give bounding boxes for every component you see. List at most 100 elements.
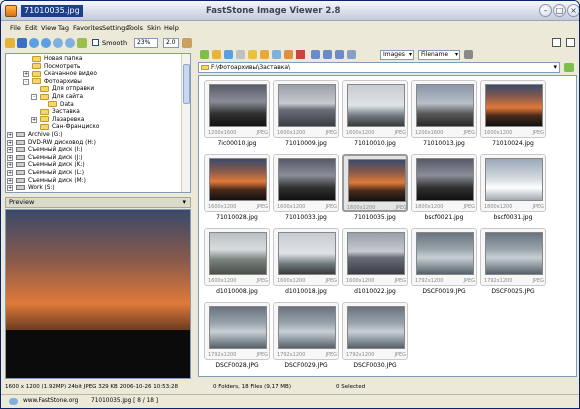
- menu-tools[interactable]: Tools: [127, 24, 143, 33]
- tree-expander-icon[interactable]: +: [7, 177, 13, 184]
- thumbnail-card[interactable]: 1792x1200 JPEG: [204, 302, 270, 360]
- preview-header[interactable]: Preview ▾: [5, 197, 191, 208]
- back-icon[interactable]: [29, 38, 39, 48]
- folder-tree[interactable]: Новая папка Посмотреть + Скачанное видео - Фо…: [5, 53, 191, 193]
- filter-select[interactable]: Images: [380, 50, 414, 60]
- thumbnail-item[interactable]: 1600x1200 JPEG 71010009.jpg: [273, 80, 341, 150]
- details-view-icon[interactable]: [335, 50, 344, 59]
- tree-scroll-thumb[interactable]: [183, 64, 190, 104]
- thumbnail-card[interactable]: 1600x1200 JPEG: [204, 228, 270, 286]
- thumbnail-item[interactable]: 1792x1200 JPEG DSCF0030.JPG: [342, 302, 410, 372]
- thumbnail-item[interactable]: 1800x1200 JPEG bscf0021.jpg: [411, 154, 479, 224]
- ratio-select[interactable]: 2.0: [163, 38, 179, 48]
- thumbnail-item[interactable]: 1800x1200 JPEG bscf0031.jpg: [480, 154, 548, 224]
- tree-expander-icon[interactable]: +: [23, 71, 29, 78]
- thumbnail-item[interactable]: 1600x1200 JPEG 71010033.jpg: [273, 154, 341, 224]
- zoom-out-icon[interactable]: [65, 38, 75, 48]
- thumbnail-card[interactable]: 1600x1200 JPEG: [273, 154, 339, 212]
- thumbnail-card-selected[interactable]: 1600x1200 JPEG: [342, 154, 408, 212]
- thumbnail-item[interactable]: 1792x1200 JPEG DSCF0019.JPG: [411, 228, 479, 298]
- menu-skin[interactable]: Skin: [147, 24, 161, 33]
- menu-help[interactable]: Help: [164, 24, 179, 33]
- zoom-select[interactable]: 23%: [134, 38, 158, 48]
- path-field[interactable]: F:\Фотоархивы\Заставка\ ▾: [198, 62, 560, 73]
- tree-expander-icon[interactable]: +: [7, 162, 13, 169]
- thumbnail-card[interactable]: 1600x1200 JPEG: [480, 80, 546, 138]
- tree-expander-icon[interactable]: +: [7, 139, 13, 146]
- up-folder-icon[interactable]: [200, 50, 209, 59]
- tree-expander-icon[interactable]: -: [23, 78, 29, 85]
- tree-expander-icon[interactable]: +: [7, 185, 13, 192]
- thumbnail-item[interactable]: 1600x1200 JPEG 71010010.jpg: [342, 80, 410, 150]
- preview-collapse-icon[interactable]: ▾: [182, 198, 186, 207]
- thumbnail-card[interactable]: 1792x1200 JPEG: [411, 228, 477, 286]
- thumbnail-item[interactable]: 1792x1200 JPEG DSCF0029.JPG: [273, 302, 341, 372]
- thumbnail-item[interactable]: 1600x1200 JPEG 71010028.jpg: [204, 154, 272, 224]
- preview-pane[interactable]: [5, 209, 191, 379]
- refresh-icon[interactable]: [564, 63, 574, 72]
- close-icon[interactable]: ×: [567, 4, 579, 17]
- thumbnail-card[interactable]: 1600x1200 JPEG: [273, 80, 339, 138]
- forward-icon[interactable]: [41, 38, 51, 48]
- open-folder-icon[interactable]: [5, 38, 15, 48]
- zoom-in-icon[interactable]: [53, 38, 63, 48]
- thumbnail-item[interactable]: 1600x1200 JPEG d1010008.jpg: [204, 228, 272, 298]
- thumbnail-card[interactable]: 1200x1600 JPEG: [411, 80, 477, 138]
- tree-expander-icon[interactable]: +: [7, 132, 13, 138]
- thumbnail-item[interactable]: 1600x1200 JPEG 71010024.jpg: [480, 80, 548, 150]
- cut-icon[interactable]: [236, 50, 245, 59]
- thumbnail-card[interactable]: 1800x1200 JPEG: [480, 154, 546, 212]
- hand-tool-icon[interactable]: [182, 38, 192, 48]
- menu-favorites[interactable]: Favorites: [73, 24, 102, 33]
- path-dropdown-icon[interactable]: ▾: [553, 63, 557, 72]
- copy-icon[interactable]: [248, 50, 257, 59]
- tree-item[interactable]: + Work (S:): [7, 184, 55, 192]
- list-view-icon[interactable]: [323, 50, 332, 59]
- minimize-icon[interactable]: –: [539, 4, 552, 17]
- thumbnail-item[interactable]: 1200x1600 JPEG 7ic00010.jpg: [204, 80, 272, 150]
- thumbnail-card[interactable]: 1600x1200 JPEG: [342, 80, 408, 138]
- menu-tag[interactable]: Tag: [58, 24, 69, 33]
- move-to-icon[interactable]: [284, 50, 293, 59]
- slideshow-icon[interactable]: [347, 50, 356, 59]
- thumbnail-card[interactable]: 1792x1200 JPEG: [480, 228, 546, 286]
- sort-order-icon[interactable]: [464, 50, 473, 59]
- thumbnail-card[interactable]: 1600x1200 JPEG: [342, 228, 408, 286]
- paste-icon[interactable]: [260, 50, 269, 59]
- thumbnail-card[interactable]: 1792x1200 JPEG: [273, 302, 339, 360]
- thumbnail-item[interactable]: 1600x1200 JPEG 71010035.jpg: [342, 154, 410, 224]
- thumbnail-card[interactable]: 1200x1600 JPEG: [204, 80, 270, 138]
- tree-scrollbar[interactable]: [181, 54, 190, 192]
- delete-icon[interactable]: [296, 50, 305, 59]
- fit-window-icon[interactable]: [77, 38, 87, 48]
- menu-view[interactable]: View: [41, 24, 56, 33]
- folder-icon[interactable]: [212, 50, 221, 59]
- maximize-icon[interactable]: □: [553, 4, 566, 17]
- menu-edit[interactable]: Edit: [25, 24, 38, 33]
- tree-expander-icon[interactable]: +: [7, 147, 13, 154]
- sort-select[interactable]: Filename: [418, 50, 460, 60]
- tree-expander-icon[interactable]: +: [7, 154, 13, 161]
- tree-expander-icon[interactable]: +: [7, 170, 13, 176]
- menu-settings[interactable]: Settings: [102, 24, 129, 33]
- menu-file[interactable]: File: [10, 24, 21, 33]
- thumbnail-item[interactable]: 1792x1200 JPEG DSCF0028.JPG: [204, 302, 272, 372]
- web-icon[interactable]: [9, 398, 18, 405]
- thumbnail-grid[interactable]: 1200x1600 JPEG 7ic00010.jpg 1600x1200 JPEG 71…: [198, 75, 577, 377]
- save-icon[interactable]: [17, 38, 27, 48]
- website-link[interactable]: www.FastStone.org: [23, 395, 78, 408]
- smooth-checkbox[interactable]: [92, 39, 99, 46]
- thumbnail-card[interactable]: 1800x1200 JPEG: [411, 154, 477, 212]
- thumbnail-item[interactable]: 1600x1200 JPEG d1010022.jpg: [342, 228, 410, 298]
- copy-to-icon[interactable]: [272, 50, 281, 59]
- thumbnail-card[interactable]: 1600x1200 JPEG: [273, 228, 339, 286]
- thumbnail-item[interactable]: 1200x1600 JPEG 71010013.jpg: [411, 80, 479, 150]
- tree-expander-icon[interactable]: -: [31, 94, 37, 100]
- title-bar[interactable]: 71010035.jpg FastStone Image Viewer 2.8 …: [1, 1, 579, 21]
- thumbnail-card[interactable]: 1600x1200 JPEG: [204, 154, 270, 212]
- thumbnail-item[interactable]: 1792x1200 JPEG DSCF0025.JPG: [480, 228, 548, 298]
- layout-icon[interactable]: [552, 38, 561, 47]
- thumbnail-item[interactable]: 1600x1200 JPEG d1010018.jpg: [273, 228, 341, 298]
- thumbnails-view-icon[interactable]: [311, 50, 320, 59]
- fullscreen-icon[interactable]: [566, 38, 575, 47]
